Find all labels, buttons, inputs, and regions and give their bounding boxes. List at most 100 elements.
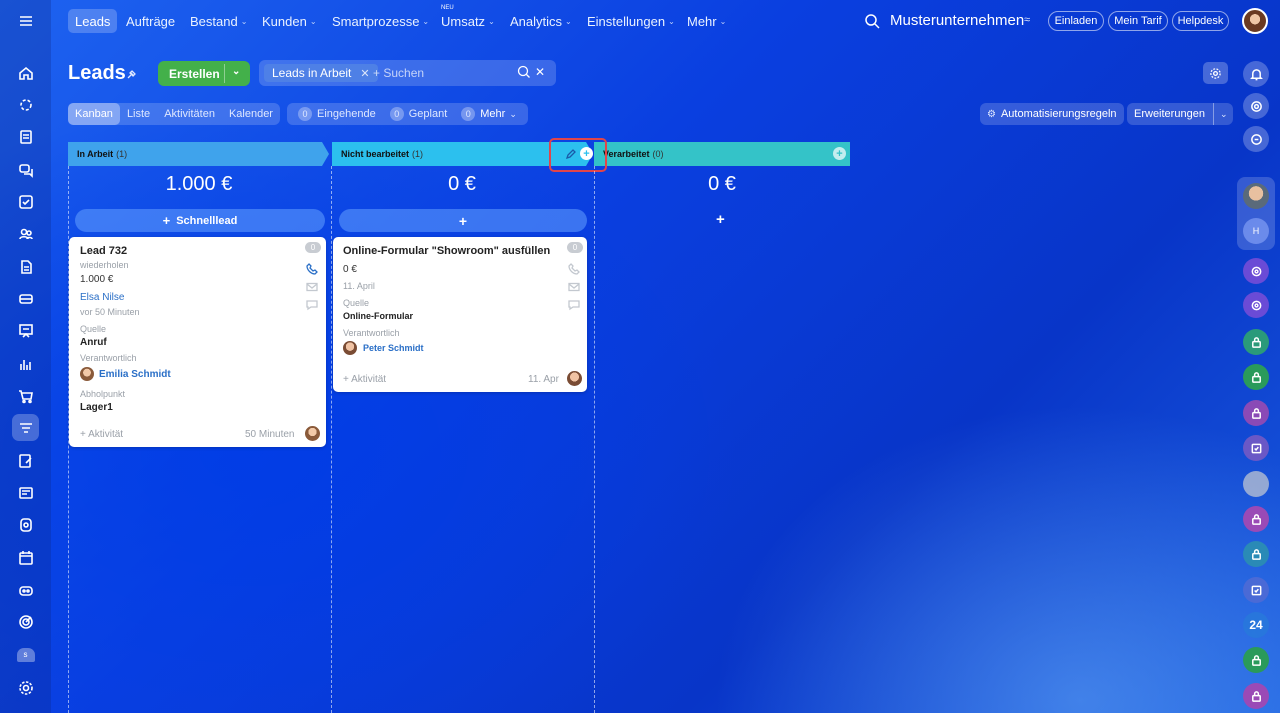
bell-icon[interactable] <box>1243 61 1269 87</box>
task-chat-icon[interactable] <box>1243 435 1269 461</box>
target-icon[interactable] <box>12 608 39 635</box>
analytics-icon[interactable] <box>12 350 39 377</box>
mail-icon[interactable] <box>306 280 318 298</box>
tab-kanban[interactable]: Kanban <box>68 103 120 125</box>
contacts-icon[interactable] <box>12 220 39 247</box>
avatar[interactable] <box>1243 183 1269 209</box>
mail-icon[interactable] <box>12 479 39 506</box>
chevron-down-icon[interactable]: ⌄ <box>232 66 240 77</box>
copilot-icon[interactable] <box>1243 93 1269 119</box>
files-icon[interactable] <box>12 253 39 280</box>
settings-icon[interactable] <box>12 674 39 701</box>
lock-icon[interactable] <box>1243 329 1269 355</box>
crm-funnel-icon[interactable] <box>12 414 39 441</box>
avatar[interactable] <box>1243 471 1269 497</box>
lock-icon[interactable] <box>1243 683 1269 709</box>
search-icon[interactable] <box>517 65 531 79</box>
add-lead-button[interactable]: + <box>339 209 587 232</box>
edit-icon[interactable] <box>12 447 39 474</box>
company-name[interactable]: Musterunternehmen <box>890 12 1024 29</box>
avatar[interactable] <box>343 341 357 355</box>
search-icon[interactable] <box>864 13 880 29</box>
home-icon[interactable] <box>12 59 39 86</box>
add-column-icon[interactable]: + <box>580 147 593 160</box>
chevron-down-icon[interactable]: ⌄ <box>1212 103 1234 125</box>
add-activity-link[interactable]: + Aktivität <box>80 429 123 440</box>
avatar[interactable]: H <box>1243 218 1269 244</box>
pin-icon[interactable] <box>125 68 137 80</box>
avatar[interactable] <box>305 426 320 441</box>
automation-button[interactable]: ⚙ Automatisierungsregeln <box>980 103 1124 125</box>
search-input[interactable]: + Suchen <box>373 66 424 80</box>
counter-eingehende[interactable]: 0 Eingehende <box>291 103 383 125</box>
nav-mehr[interactable]: Mehr ⌄ <box>680 9 733 33</box>
nav-smartprozesse[interactable]: Smartprozesse ⌄ <box>325 9 436 33</box>
column-header-verarbeitet[interactable]: Verarbeitet (0) <box>594 142 850 166</box>
task-chat-icon[interactable] <box>1243 577 1269 603</box>
add-column-icon[interactable]: + <box>833 147 846 160</box>
sites-icon[interactable] <box>12 511 39 538</box>
card-responsible-link[interactable]: Peter Schmidt <box>363 343 424 353</box>
chat-icon[interactable] <box>568 298 580 316</box>
tab-aktivitaeten[interactable]: Aktivitäten <box>157 103 222 125</box>
feed-icon[interactable] <box>12 91 39 118</box>
clear-icon[interactable]: ✕ <box>535 65 545 79</box>
cart-icon[interactable] <box>12 382 39 409</box>
column-header-in-arbeit[interactable]: In Arbeit (1) <box>68 142 322 166</box>
close-icon[interactable]: ✕ <box>360 67 369 80</box>
lock-icon[interactable] <box>1243 647 1269 673</box>
filter-chip[interactable]: Leads in Arbeit ✕ <box>264 64 378 82</box>
company-settings-icon[interactable]: ≈ <box>1024 14 1030 26</box>
bot-icon[interactable] <box>12 576 39 603</box>
user-s-icon[interactable]: s <box>12 641 39 668</box>
lock-icon[interactable] <box>1243 400 1269 426</box>
presentation-icon[interactable] <box>12 317 39 344</box>
tariff-button[interactable]: Mein Tarif <box>1108 11 1168 31</box>
nav-auftraege[interactable]: Aufträge <box>119 9 182 33</box>
nav-analytics[interactable]: Analytics ⌄ <box>503 9 579 33</box>
counter-mehr[interactable]: 0 Mehr ⌄ <box>454 103 524 125</box>
tab-kalender[interactable]: Kalender <box>222 103 280 125</box>
phone-icon[interactable] <box>568 262 580 280</box>
lock-icon[interactable] <box>1243 541 1269 567</box>
helpdesk-button[interactable]: Helpdesk <box>1172 11 1229 31</box>
calendar-icon[interactable] <box>12 544 39 571</box>
document-icon[interactable] <box>12 123 39 150</box>
phone-icon[interactable] <box>306 262 318 280</box>
lock-icon[interactable] <box>1243 506 1269 532</box>
avatar[interactable] <box>567 371 582 386</box>
nav-kunden[interactable]: Kunden ⌄ <box>255 9 324 33</box>
card-responsible-link[interactable]: Emilia Schmidt <box>99 369 171 380</box>
mail-icon[interactable] <box>568 280 580 298</box>
column-header-nicht-bearbeitet[interactable]: Nicht bearbeitet (1) <box>332 142 586 166</box>
lock-icon[interactable] <box>1243 364 1269 390</box>
extensions-button[interactable]: Erweiterungen ⌄ <box>1127 103 1234 125</box>
chat-icon[interactable] <box>12 156 39 183</box>
tab-liste[interactable]: Liste <box>120 103 157 125</box>
create-button[interactable]: Erstellen ⌄ <box>158 61 250 86</box>
nav-leads[interactable]: Leads <box>68 9 118 33</box>
search-chat-icon[interactable] <box>1243 126 1269 152</box>
bitrix24-icon[interactable]: 24 <box>1243 612 1269 638</box>
user-avatar[interactable] <box>1242 8 1268 34</box>
lead-card[interactable]: Lead 732 0 wiederholen 1.000 € Elsa Nils… <box>69 237 326 447</box>
chat-icon[interactable] <box>306 298 318 316</box>
card-title[interactable]: Lead 732 <box>80 245 127 257</box>
lead-card[interactable]: Online-Formular "Showroom" ausfüllen 0 0… <box>333 237 587 392</box>
copilot-chat-icon[interactable] <box>1243 258 1269 284</box>
invite-button[interactable]: Einladen <box>1048 11 1104 31</box>
search-bar[interactable]: Leads in Arbeit ✕ + Suchen ✕ <box>259 60 556 86</box>
tasks-icon[interactable] <box>12 188 39 215</box>
pencil-icon[interactable] <box>565 147 576 160</box>
card-title[interactable]: Online-Formular "Showroom" ausfüllen <box>343 245 550 257</box>
gear-icon[interactable] <box>1203 62 1228 84</box>
quick-lead-button[interactable]: + Schnelllead <box>75 209 325 232</box>
counter-geplant[interactable]: 0 Geplant <box>383 103 455 125</box>
nav-einstellungen[interactable]: Einstellungen ⌄ <box>580 9 682 33</box>
cards-icon[interactable] <box>12 285 39 312</box>
nav-umsatz[interactable]: Umsatz ⌄ <box>434 9 502 33</box>
add-activity-link[interactable]: + Aktivität <box>343 374 386 385</box>
nav-bestand[interactable]: Bestand ⌄ <box>183 9 254 33</box>
copilot-chat-icon[interactable] <box>1243 292 1269 318</box>
plus-icon[interactable]: + <box>716 211 725 228</box>
